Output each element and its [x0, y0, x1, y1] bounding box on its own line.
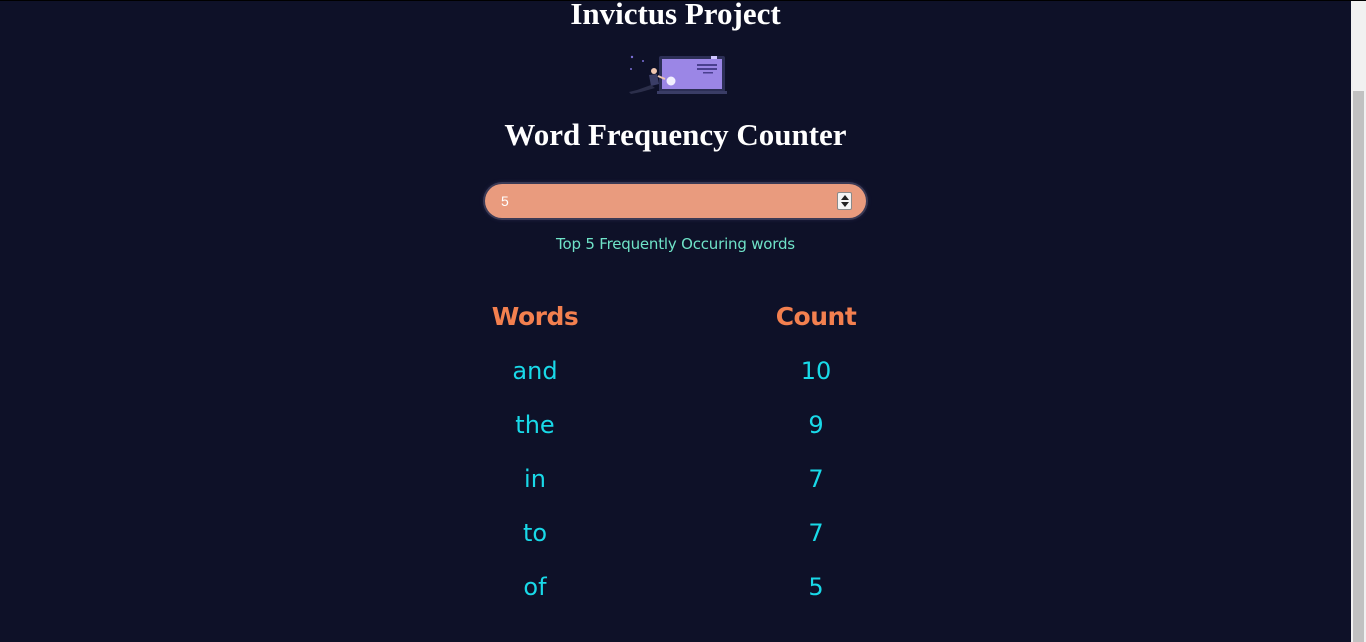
page: Invictus Project Word Frequency Counter … [0, 1, 1351, 642]
site-title: Invictus Project [570, 1, 781, 31]
word-cell: the [515, 411, 555, 439]
word-cell: to [522, 519, 548, 547]
word-count-input[interactable]: 5 [485, 184, 866, 218]
stepper-up-icon[interactable] [841, 195, 849, 200]
quantity-stepper[interactable] [837, 192, 852, 210]
count-cell: 9 [808, 411, 824, 439]
scrollbar-thumb[interactable] [1353, 91, 1364, 642]
count-cell: 7 [808, 519, 824, 547]
count-column-header: Count [775, 302, 857, 331]
word-count-value[interactable]: 5 [501, 184, 509, 218]
stepper-down-icon[interactable] [841, 202, 849, 207]
count-cell: 10 [800, 357, 832, 385]
words-column-header: Words [491, 302, 579, 331]
page-scrollbar[interactable] [1351, 1, 1366, 642]
count-cell: 7 [808, 465, 824, 493]
app-title: Word Frequency Counter [504, 117, 847, 152]
word-cell: of [523, 573, 547, 601]
person-with-laptop-illustration [629, 55, 727, 94]
word-cell: in [524, 465, 546, 493]
result-caption: Top 5 Frequently Occuring words [556, 235, 795, 253]
count-cell: 5 [808, 573, 824, 601]
word-cell: and [512, 357, 558, 385]
